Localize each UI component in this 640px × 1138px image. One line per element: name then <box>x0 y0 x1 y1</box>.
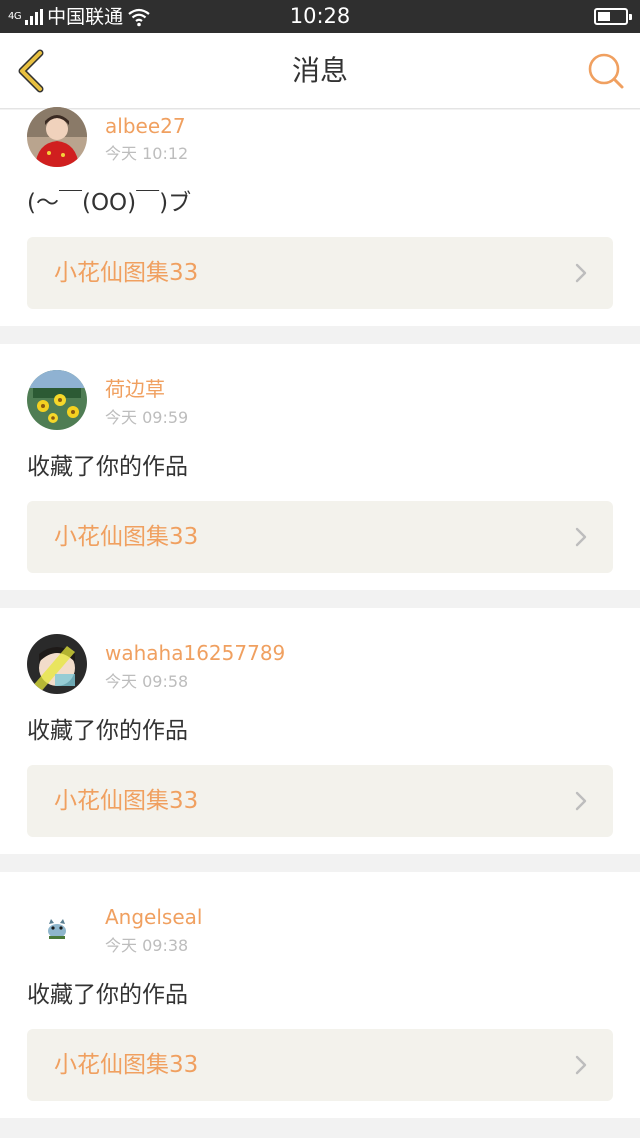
timestamp: 今天 09:38 <box>105 936 189 955</box>
message-text: 收藏了你的作品 <box>27 982 188 1008</box>
message-card: albee27 今天 10:12 (～￣(OO)￣)ブ 小花仙图集33 <box>0 107 640 326</box>
message-text: 收藏了你的作品 <box>27 718 188 744</box>
status-bar: 4G 中国联通 10:28 <box>0 0 640 33</box>
message-card: wahaha16257789 今天 09:58 收藏了你的作品 小花仙图集33 <box>0 608 640 854</box>
message-card: Angelseal 今天 09:38 收藏了你的作品 小花仙图集33 <box>0 872 640 1118</box>
search-icon <box>588 53 624 89</box>
status-time: 10:28 <box>289 4 351 28</box>
message-text: 收藏了你的作品 <box>27 454 188 480</box>
username[interactable]: Angelseal <box>105 904 202 930</box>
avatar[interactable] <box>27 634 87 694</box>
work-link[interactable]: 小花仙图集33 <box>27 765 613 837</box>
timestamp: 今天 09:58 <box>105 672 189 691</box>
avatar[interactable] <box>27 898 87 958</box>
work-title: 小花仙图集33 <box>54 524 199 550</box>
chevron-right-icon <box>575 1055 587 1075</box>
chevron-right-icon <box>575 263 587 283</box>
nav-bar: 消息 <box>0 33 640 109</box>
work-link[interactable]: 小花仙图集33 <box>27 1029 613 1101</box>
chevron-right-icon <box>575 791 587 811</box>
avatar[interactable] <box>27 107 87 167</box>
message-text: (～￣(OO)￣)ブ <box>27 190 192 216</box>
username[interactable]: wahaha16257789 <box>105 640 285 666</box>
timestamp: 今天 09:59 <box>105 408 189 427</box>
battery-icon <box>594 8 632 25</box>
chevron-right-icon <box>575 527 587 547</box>
username[interactable]: 荷边草 <box>105 376 165 402</box>
work-link[interactable]: 小花仙图集33 <box>27 237 613 309</box>
search-button[interactable] <box>586 51 626 91</box>
message-card: 荷边草 今天 09:59 收藏了你的作品 小花仙图集33 <box>0 344 640 590</box>
timestamp: 今天 10:12 <box>105 144 189 163</box>
battery-fill <box>598 12 610 21</box>
work-link[interactable]: 小花仙图集33 <box>27 501 613 573</box>
work-title: 小花仙图集33 <box>54 1052 199 1078</box>
work-title: 小花仙图集33 <box>54 260 199 286</box>
avatar[interactable] <box>27 370 87 430</box>
work-title: 小花仙图集33 <box>54 788 199 814</box>
username[interactable]: albee27 <box>105 113 186 139</box>
page-title: 消息 <box>291 54 348 87</box>
battery-cap <box>629 14 632 20</box>
